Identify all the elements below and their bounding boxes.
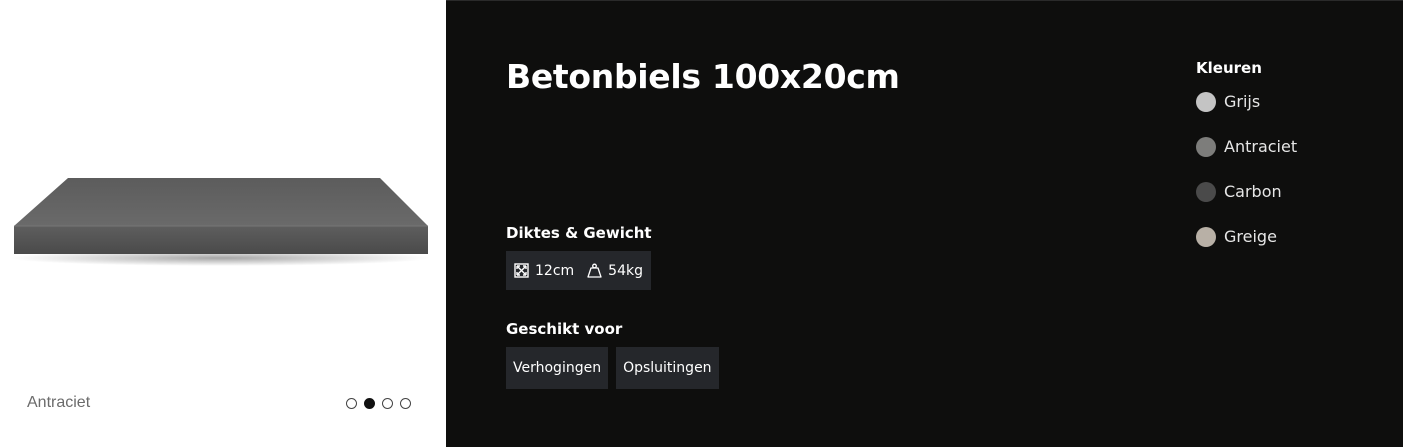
product-image — [10, 178, 430, 266]
color-label: Grijs — [1224, 92, 1261, 111]
colors-heading: Kleuren — [1196, 59, 1262, 77]
weight-spec: 54kg — [587, 263, 643, 279]
color-label: Carbon — [1224, 182, 1282, 201]
carousel-dot-1[interactable] — [346, 398, 357, 409]
image-caption: Antraciet — [27, 394, 91, 411]
color-swatch — [1196, 91, 1216, 112]
thickness-spec: 12cm — [514, 263, 574, 279]
color-swatch — [1196, 136, 1216, 157]
carousel-dot-2[interactable] — [364, 398, 375, 409]
color-option-carbon[interactable]: Carbon — [1196, 181, 1297, 202]
usage-tag-opsluitingen[interactable]: Opsluitingen — [616, 347, 719, 389]
color-swatch — [1196, 226, 1216, 247]
carousel-dot-3[interactable] — [382, 398, 393, 409]
usage-heading: Geschikt voor — [506, 320, 623, 338]
color-option-antraciet[interactable]: Antraciet — [1196, 136, 1297, 157]
usage-tags: Verhogingen Opsluitingen — [506, 347, 719, 389]
color-option-greige[interactable]: Greige — [1196, 226, 1297, 247]
color-options: Kleuren Grijs Antraciet Carbon Greige — [1196, 59, 1297, 271]
specs-heading: Diktes & Gewicht — [506, 224, 652, 242]
product-title: Betonbiels 100x20cm — [506, 57, 900, 96]
color-label: Greige — [1224, 227, 1277, 246]
color-label: Antraciet — [1224, 137, 1298, 156]
color-option-grijs[interactable]: Grijs — [1196, 91, 1297, 112]
usage-tag-verhogingen[interactable]: Verhogingen — [506, 347, 609, 389]
thickness-value: 12cm — [535, 262, 575, 279]
specs-chip: 12cm 54kg — [506, 251, 651, 290]
product-image-panel: Antraciet — [0, 0, 446, 447]
product-info-panel: Betonbiels 100x20cm Diktes & Gewicht 12c… — [446, 0, 1403, 447]
weight-icon — [587, 263, 602, 278]
carousel-dot-4[interactable] — [400, 398, 411, 409]
dimension-icon — [514, 263, 529, 278]
weight-value: 54kg — [608, 262, 643, 279]
carousel-dots — [346, 398, 411, 409]
color-swatch — [1196, 181, 1216, 202]
